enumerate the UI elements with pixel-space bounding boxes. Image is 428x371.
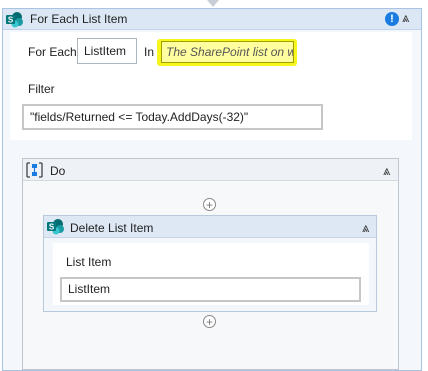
- info-icon[interactable]: !: [385, 12, 399, 26]
- list-item-label: List Item: [66, 255, 112, 269]
- for-each-label: For Each: [28, 45, 77, 59]
- flow-connector-arrow: [207, 0, 219, 7]
- svg-text:S: S: [8, 16, 14, 25]
- delete-collapse-icon[interactable]: ⩓: [362, 221, 369, 234]
- item-variable-field[interactable]: ListItem: [77, 38, 137, 64]
- svg-text:S: S: [49, 223, 55, 232]
- list-item-field[interactable]: ListItem: [60, 277, 361, 302]
- filter-label: Filter: [28, 82, 55, 96]
- for-each-title: For Each List Item: [30, 12, 128, 26]
- do-header[interactable]: [23, 159, 398, 181]
- do-collapse-icon[interactable]: ⩓: [383, 164, 390, 177]
- collapse-icon[interactable]: ⩓: [402, 11, 409, 24]
- in-label: In: [144, 45, 155, 59]
- sharepoint-icon: S: [6, 12, 23, 28]
- sharepoint-icon: S: [47, 219, 64, 235]
- do-label: Do: [50, 164, 66, 178]
- sequence-icon: [26, 162, 43, 178]
- delete-list-item-title: Delete List Item: [70, 221, 154, 235]
- sharepoint-list-field[interactable]: The SharePoint list on w: [161, 41, 294, 63]
- add-activity-top-icon[interactable]: +: [203, 198, 216, 211]
- filter-field[interactable]: "fields/Returned <= Today.AddDays(-32)": [22, 104, 323, 130]
- add-activity-bottom-icon[interactable]: +: [203, 315, 216, 328]
